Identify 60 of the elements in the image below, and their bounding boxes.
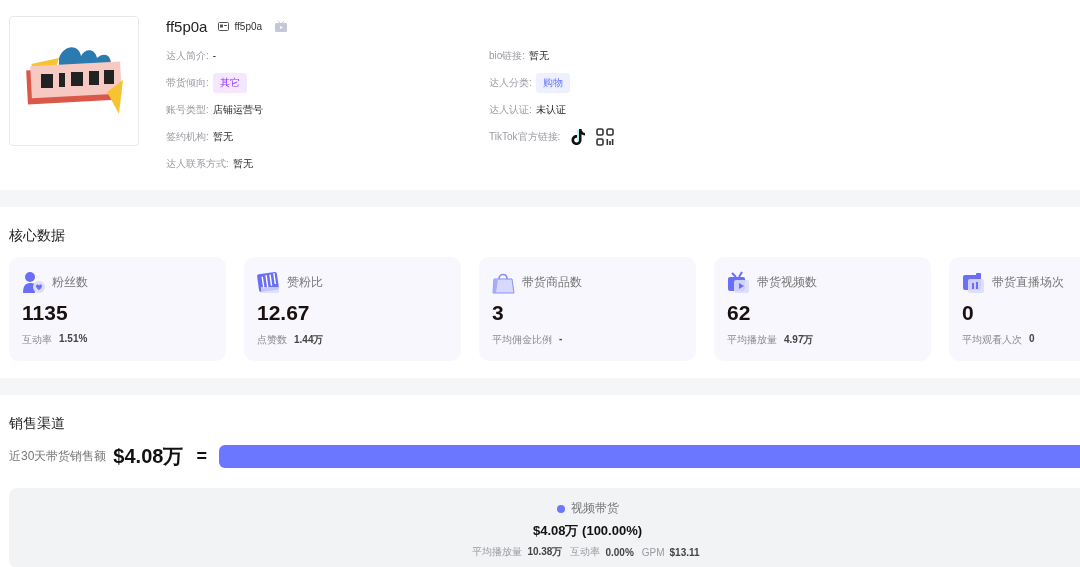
field-label: 带货倾向:: [166, 75, 209, 90]
field-label: 达人认证:: [489, 102, 532, 117]
stat-value: 0: [962, 301, 975, 325]
stat-label: 带货视频数: [757, 273, 817, 291]
chart-board-icon: [257, 270, 280, 294]
stat-sub-value: 1.44万: [294, 333, 324, 347]
category-tag: 购物: [535, 72, 570, 93]
stat-value: 10.38万: [527, 545, 563, 559]
qr-code-icon: [596, 127, 615, 146]
stat-sub-value: -: [559, 333, 563, 346]
live-screen-icon: [962, 270, 985, 294]
stat-value: 3: [492, 301, 505, 325]
stat-sub-value: 0: [1029, 333, 1035, 346]
section-title: 核心数据: [9, 227, 66, 245]
section-title: 销售渠道: [9, 415, 66, 433]
stat-sub-label: 点赞数: [257, 333, 287, 347]
tiktok-icon: [570, 127, 587, 146]
field-value: 暂无: [232, 156, 253, 171]
total-value: $4.08万: [113, 443, 184, 469]
stat-sub-label: 平均佣金比例: [492, 333, 552, 347]
account-handle: ff5p0a: [234, 20, 263, 32]
stat-label: 平均播放量: [472, 545, 523, 559]
stat-label: 粉丝数: [52, 273, 88, 291]
total-label: 近30天带货销售额: [9, 447, 107, 465]
field-label: 达人联系方式:: [166, 156, 229, 171]
field-label: TikTok官方链接:: [489, 129, 561, 144]
channel-name: 视频带货: [570, 500, 619, 517]
field-value: -: [212, 50, 217, 61]
stat-sub-value: 1.51%: [59, 333, 88, 346]
stat-value: 62: [727, 301, 752, 325]
stat-label: 互动率: [570, 545, 601, 559]
stat-value: 0.00%: [605, 546, 634, 558]
field-value: 未认证: [535, 102, 566, 117]
category-tag: 其它: [212, 72, 247, 93]
stat-sub-label: 平均播放量: [727, 333, 777, 347]
stat-value: 12.67: [257, 301, 311, 325]
field-label: 账号类型:: [166, 102, 209, 117]
tv-play-icon: [727, 270, 750, 294]
stat-label: 带货直播场次: [992, 273, 1064, 291]
field-value: 店铺运营号: [212, 102, 263, 117]
id-card-icon: [218, 21, 230, 31]
stat-value: $13.11: [669, 546, 700, 558]
stat-label: 赞粉比: [287, 273, 323, 291]
field-value: 暂无: [212, 129, 233, 144]
stat-label: 带货商品数: [522, 273, 582, 291]
field-value: 暂无: [529, 48, 550, 63]
field-label: bio链接:: [489, 48, 526, 63]
account-name: ff5p0a: [166, 17, 208, 35]
tv-icon: [275, 20, 288, 32]
stat-sub-label: 平均观看人次: [962, 333, 1022, 347]
equals-sign: =: [196, 445, 207, 467]
field-label: 达人简介:: [166, 48, 209, 63]
channel-amount: $4.08万 (100.00%): [532, 522, 643, 540]
field-label: 签约机构:: [166, 129, 209, 144]
stat-sub-label: 互动率: [22, 333, 52, 347]
field-label: 达人分类:: [489, 75, 532, 90]
stat-value: 1135: [22, 301, 69, 325]
stat-sub-value: 4.97万: [784, 333, 814, 347]
stat-label: GPM: [641, 546, 665, 558]
person-icon: [22, 270, 45, 294]
